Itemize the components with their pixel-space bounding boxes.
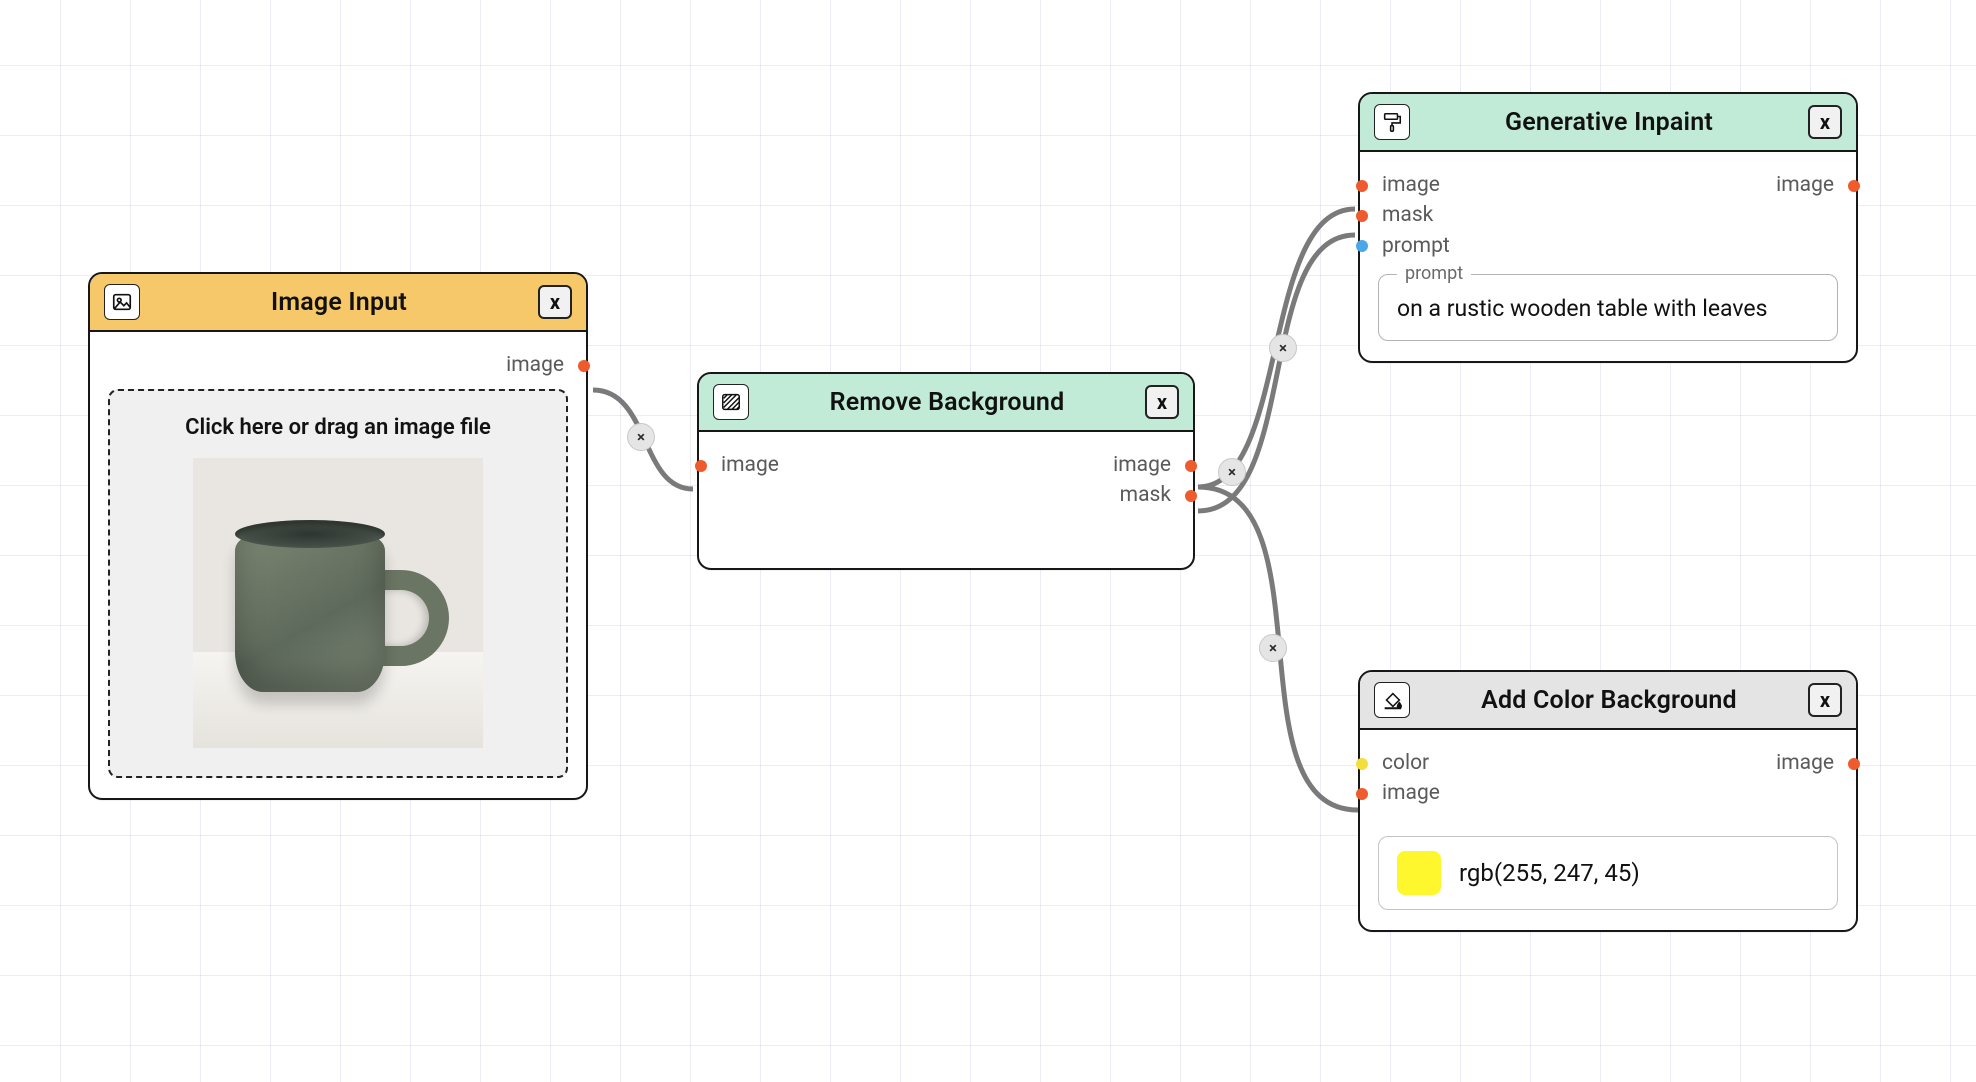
edge-delete-button[interactable]: × [627, 423, 655, 451]
node-header[interactable]: Image Input x [90, 274, 586, 332]
port-dot[interactable] [1356, 180, 1368, 192]
node-body: image mask prompt image [1360, 152, 1856, 361]
color-value: rgb(255, 247, 45) [1459, 859, 1640, 887]
edge-delete-label: × [1269, 639, 1277, 657]
edge-delete-label: × [1228, 463, 1236, 481]
output-port-image[interactable]: image [1776, 172, 1834, 199]
input-port-prompt[interactable]: prompt [1382, 233, 1450, 260]
node-close-button[interactable]: x [538, 285, 572, 319]
node-generative-inpaint[interactable]: Generative Inpaint x image mask [1358, 92, 1858, 363]
dropzone-label: Click here or drag an image file [128, 415, 548, 440]
port-dot[interactable] [1356, 240, 1368, 252]
port-dot[interactable] [695, 460, 707, 472]
edge-delete-label: × [637, 428, 645, 446]
port-dot[interactable] [1356, 758, 1368, 770]
node-header[interactable]: Generative Inpaint x [1360, 94, 1856, 152]
output-port-mask[interactable]: mask [1113, 482, 1171, 509]
output-port-image[interactable]: image [1776, 750, 1834, 777]
image-dropzone[interactable]: Click here or drag an image file [108, 389, 568, 778]
node-close-button[interactable]: x [1145, 385, 1179, 419]
node-close-button[interactable]: x [1808, 105, 1842, 139]
edge-delete-button[interactable]: × [1259, 634, 1287, 662]
port-dot[interactable] [1848, 180, 1860, 192]
input-image-thumbnail [193, 458, 483, 748]
prompt-field-value[interactable]: on a rustic wooden table with leaves [1397, 293, 1819, 324]
port-dot[interactable] [578, 360, 590, 372]
color-swatch[interactable] [1397, 851, 1441, 895]
port-dot[interactable] [1185, 460, 1197, 472]
edge-delete-button[interactable]: × [1218, 458, 1246, 486]
input-port-image[interactable]: image [1382, 172, 1450, 199]
port-dot[interactable] [1848, 758, 1860, 770]
prompt-field[interactable]: prompt on a rustic wooden table with lea… [1378, 274, 1838, 341]
node-body: image Click here or drag an image file [90, 332, 586, 798]
node-title: Image Input [154, 288, 524, 317]
close-icon: x [1820, 688, 1830, 712]
port-dot[interactable] [1185, 490, 1197, 502]
remove-background-icon [713, 384, 749, 420]
input-port-image[interactable]: image [721, 452, 779, 479]
input-port-color[interactable]: color [1382, 750, 1440, 777]
edge-delete-button[interactable]: × [1269, 334, 1297, 362]
paint-roller-icon [1374, 104, 1410, 140]
node-title: Add Color Background [1424, 686, 1794, 715]
image-icon [104, 284, 140, 320]
node-title: Generative Inpaint [1424, 108, 1794, 137]
port-dot[interactable] [1356, 210, 1368, 222]
color-field[interactable]: rgb(255, 247, 45) [1378, 836, 1838, 910]
node-body: image image mask [699, 432, 1193, 568]
node-header[interactable]: Add Color Background x [1360, 672, 1856, 730]
node-image-input[interactable]: Image Input x image Click here or drag a… [88, 272, 588, 800]
output-port-image[interactable]: image [506, 352, 564, 379]
paint-bucket-icon [1374, 682, 1410, 718]
prompt-field-legend: prompt [1397, 263, 1471, 284]
input-port-mask[interactable]: mask [1382, 202, 1450, 229]
node-close-button[interactable]: x [1808, 683, 1842, 717]
node-header[interactable]: Remove Background x [699, 374, 1193, 432]
close-icon: x [1820, 110, 1830, 134]
output-port-image[interactable]: image [1113, 452, 1171, 479]
node-remove-background[interactable]: Remove Background x image image [697, 372, 1195, 570]
close-icon: x [1157, 390, 1167, 414]
port-dot[interactable] [1356, 788, 1368, 800]
node-canvas[interactable]: × × × × Image Input x [0, 0, 1976, 1082]
edge-delete-label: × [1279, 339, 1287, 357]
node-title: Remove Background [763, 388, 1131, 417]
close-icon: x [550, 290, 560, 314]
node-body: color image image rgb(255, 247, 45) [1360, 730, 1856, 930]
input-port-image[interactable]: image [1382, 780, 1440, 807]
node-add-color-background[interactable]: Add Color Background x color image [1358, 670, 1858, 932]
